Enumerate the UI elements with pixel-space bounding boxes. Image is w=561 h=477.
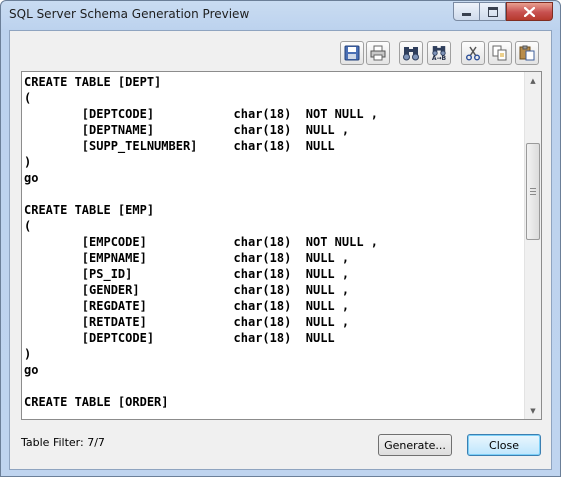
code-line: ) [24,347,32,361]
code-line: ) [24,155,32,169]
print-button[interactable] [366,41,390,65]
code-line: go [24,363,39,377]
maximize-icon [487,6,498,17]
code-line: [DEPTNAME] char(18) NULL , [24,123,350,137]
print-icon [370,45,386,61]
scrollbar-thumb[interactable] [526,143,540,240]
code-line: [EMPNAME] char(18) NULL , [24,251,350,265]
paste-button[interactable] [515,41,539,65]
sql-code-area[interactable]: CREATE TABLE [DEPT] ( [DEPTCODE] char(18)… [24,74,522,417]
copy-button[interactable] [488,41,512,65]
code-line: [DEPTCODE] char(18) NOT NULL , [24,107,379,121]
find-icon [403,47,419,61]
preview-window: SQL Server Schema Generation Preview A→B… [0,0,561,477]
cut-button[interactable] [461,41,485,65]
save-icon [344,45,360,61]
minimize-icon [462,13,471,16]
code-line: [RETDATE] char(18) NULL , [24,315,350,329]
code-line: [SUPP_TELNUMBER] char(18) NULL [24,139,335,153]
title-bar[interactable]: SQL Server Schema Generation Preview [1,1,560,29]
paste-icon [519,45,535,61]
code-line: [REGDATE] char(18) NULL , [24,299,350,313]
find-replace-icon [432,45,446,56]
scroll-up-icon: ▲ [530,76,536,85]
save-button[interactable] [340,41,364,65]
close-button[interactable]: Close [467,434,541,456]
dialog-body: A→B CREATE TABLE [DEPT] ([DEPTCODE] cha… [9,30,552,470]
window-title: SQL Server Schema Generation Preview [9,7,250,21]
scroll-down-icon: ▼ [530,406,536,415]
close-icon [524,6,535,17]
code-line: [DEPTCODE] char(18) NULL [24,331,335,345]
code-line: CREATE TABLE [EMP] [24,203,155,217]
scroll-up-button[interactable]: ▲ [525,72,541,89]
replace-label: A→B [431,54,447,62]
code-line: [GENDER] char(18) NULL , [24,283,350,297]
cut-icon [466,46,480,61]
code-line: go [24,171,39,185]
scroll-down-button[interactable]: ▼ [525,402,541,419]
code-line: CREATE TABLE [ORDER] [24,395,169,409]
close-window-button[interactable] [506,2,553,21]
maximize-button[interactable] [479,2,506,21]
code-line: CREATE TABLE [DEPT] [24,75,162,89]
find-replace-button[interactable]: A→B [427,41,451,65]
minimize-button[interactable] [453,2,480,21]
code-line: [EMPCODE] char(18) NOT NULL , [24,235,379,249]
schema-preview-editor[interactable]: CREATE TABLE [DEPT] ( [DEPTCODE] char(18)… [21,71,542,420]
copy-icon [492,45,507,61]
code-line: ( [24,219,32,233]
grip-icon [530,188,536,195]
code-line: ( [24,91,32,105]
find-button[interactable] [399,41,423,65]
vertical-scrollbar[interactable]: ▲ ▼ [524,72,541,419]
generate-button[interactable]: Generate... [378,434,452,456]
table-filter-label: Table Filter: 7/7 [21,436,105,449]
code-line: [PS_ID] char(18) NULL , [24,267,350,281]
